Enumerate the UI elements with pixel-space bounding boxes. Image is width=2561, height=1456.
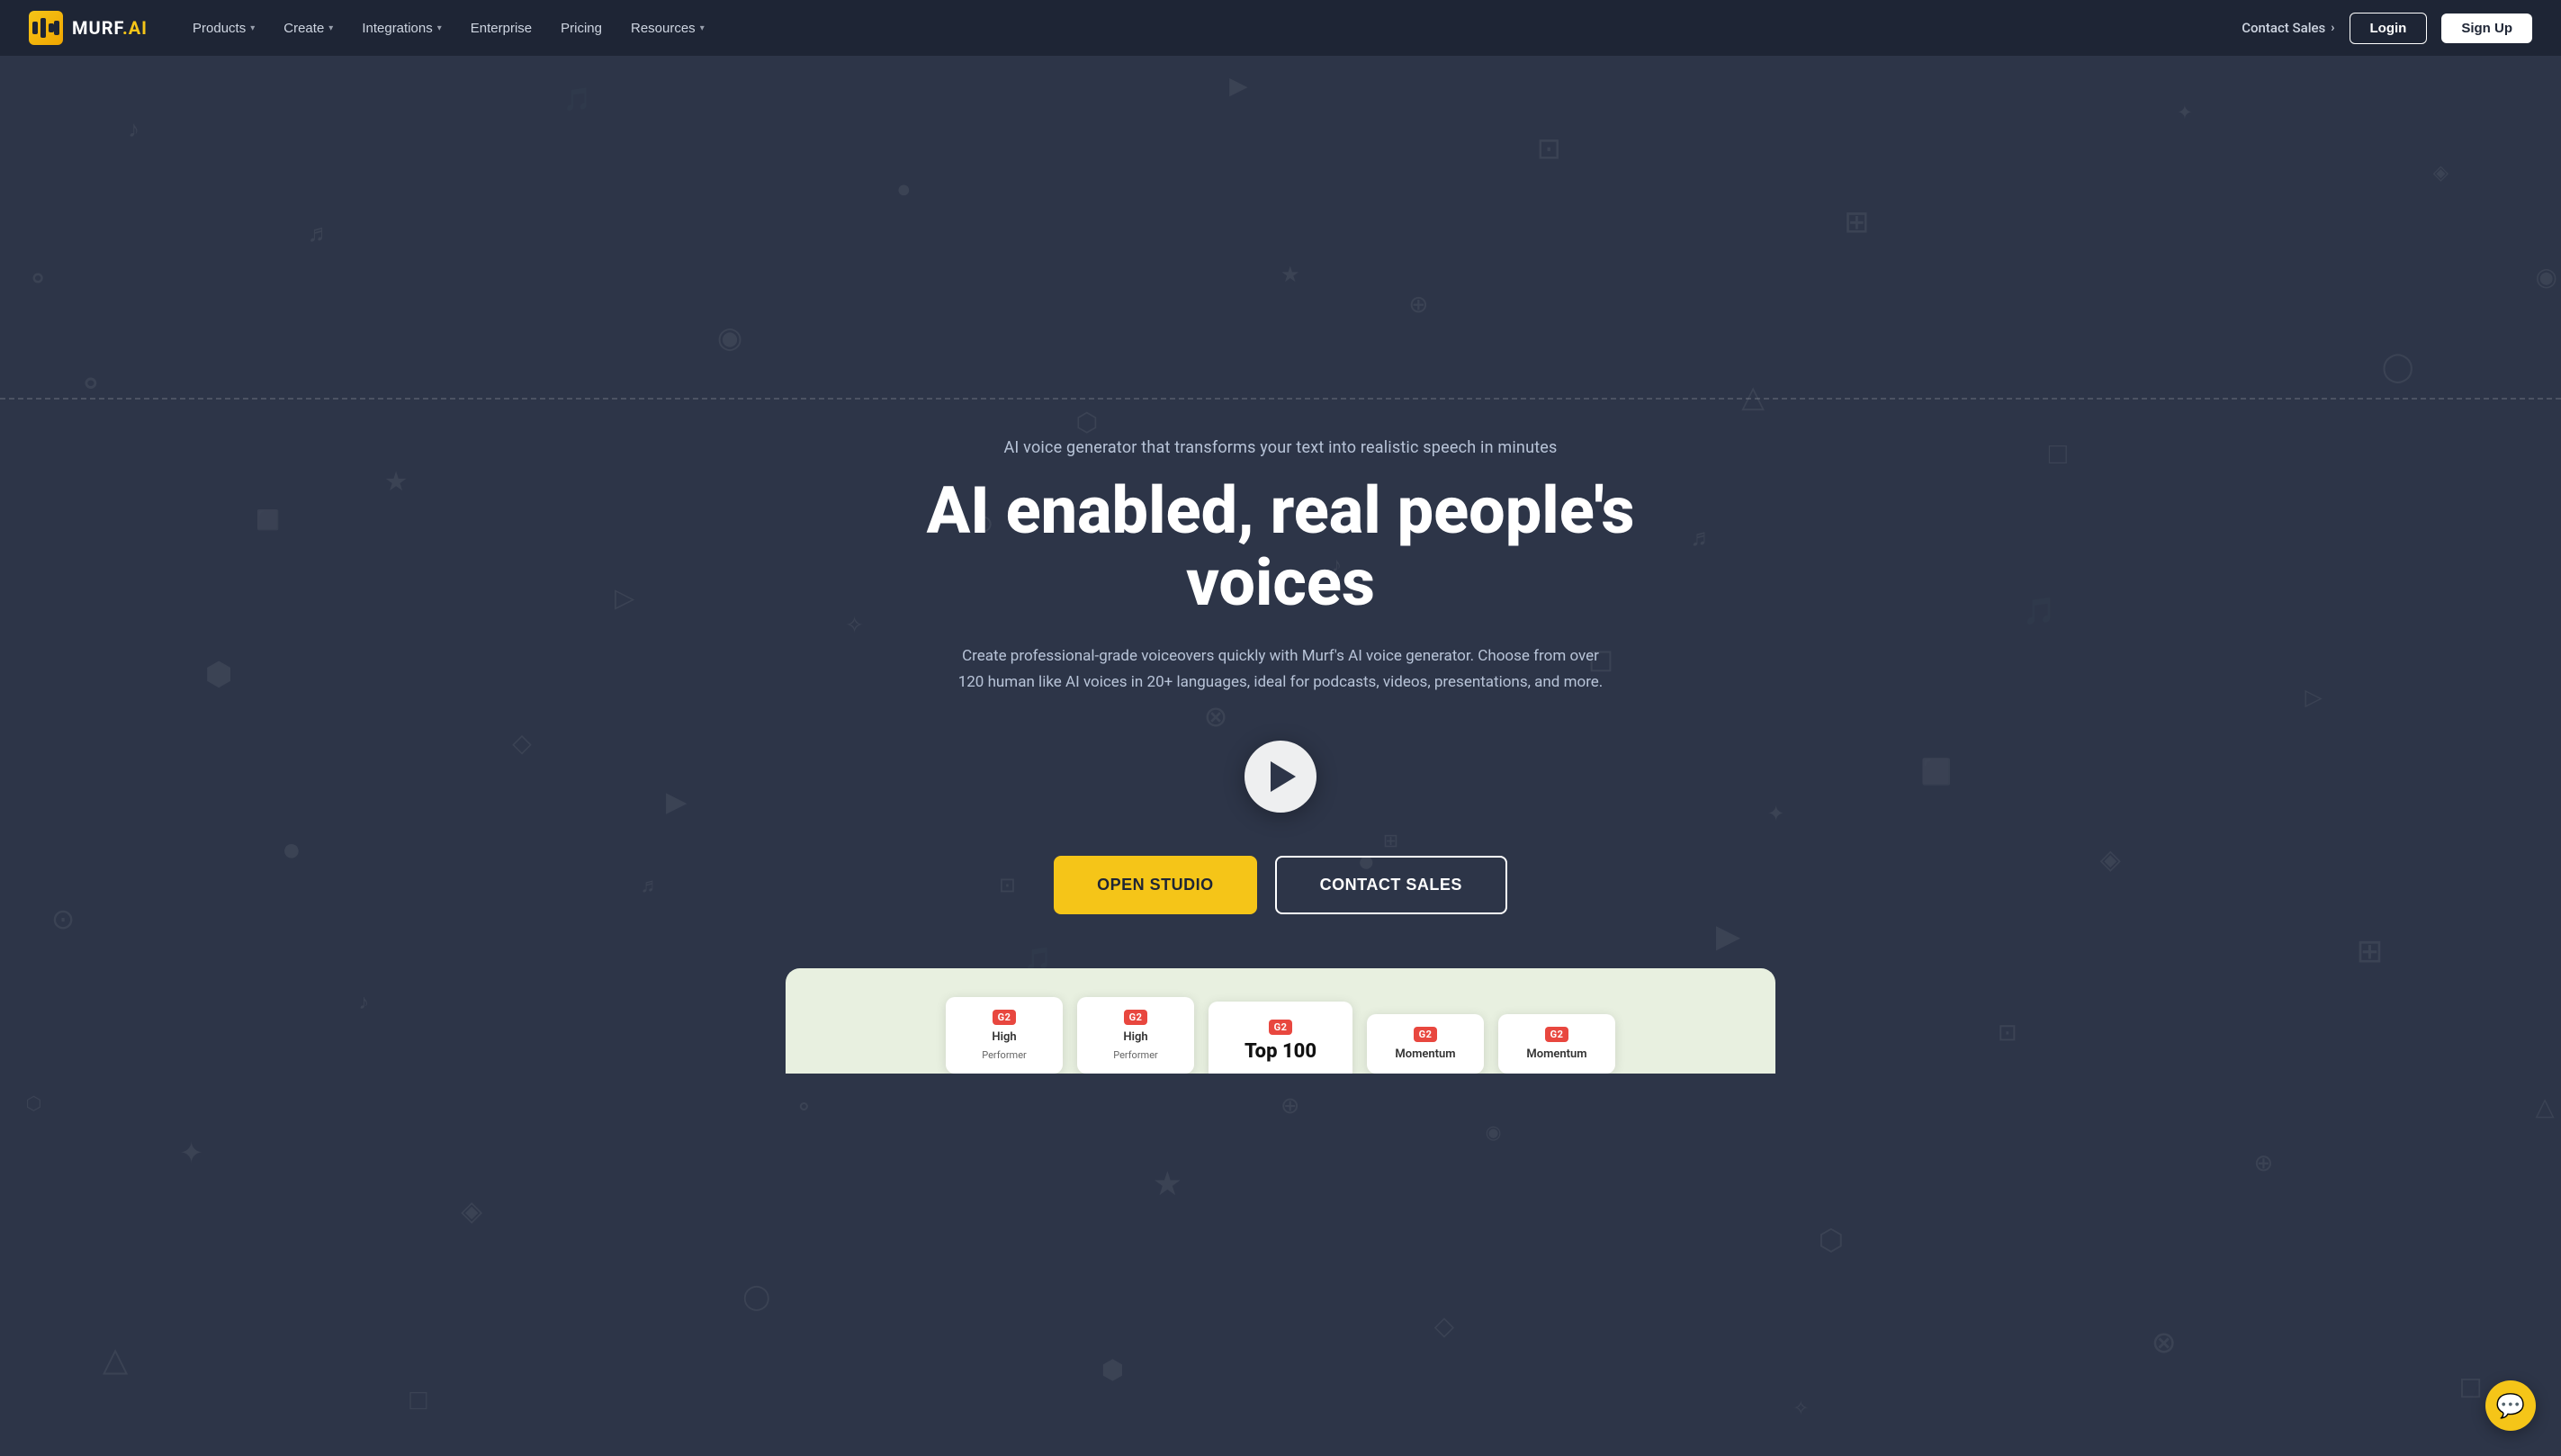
nav-enterprise[interactable]: Enterprise (458, 13, 544, 43)
nav-products[interactable]: Products ▾ (180, 13, 267, 43)
signup-button[interactable]: Sign Up (2441, 13, 2532, 43)
navbar-left: MURF.AI Products ▾ Create ▾ Integrations… (29, 11, 717, 45)
play-button[interactable] (1245, 741, 1316, 813)
chat-icon: 💬 (2496, 1392, 2525, 1420)
badge-label-2: High (1123, 1030, 1147, 1044)
badge-card-featured: G2 Top 100 (1209, 1002, 1352, 1074)
badges-section: G2 High Performer G2 High Performer G2 T… (786, 968, 1775, 1074)
navbar-right: Contact Sales › Login Sign Up (2242, 13, 2532, 44)
chat-bubble-button[interactable]: 💬 (2485, 1380, 2536, 1431)
nav-pricing[interactable]: Pricing (548, 13, 615, 43)
contact-sales-arrow-icon: › (2331, 21, 2334, 35)
g2-icon-5: G2 (1545, 1027, 1569, 1042)
dotted-divider (0, 398, 2561, 400)
navbar: MURF.AI Products ▾ Create ▾ Integrations… (0, 0, 2561, 56)
badge-card-2: G2 High Performer (1077, 997, 1194, 1074)
hero-title: AI enabled, real people's voices (897, 475, 1664, 617)
hero-subtitle: AI voice generator that transforms your … (897, 438, 1664, 457)
badge-card-4: G2 Momentum (1367, 1014, 1484, 1074)
badge-sublabel-1: Performer (982, 1049, 1027, 1061)
nav-resources[interactable]: Resources ▾ (618, 13, 717, 43)
badge-card-1: G2 High Performer (946, 997, 1063, 1074)
g2-icon-2: G2 (1124, 1010, 1148, 1025)
nav-integrations[interactable]: Integrations ▾ (349, 13, 454, 43)
logo-icon (29, 11, 63, 45)
badge-label-4: Momentum (1395, 1047, 1455, 1061)
logo-text: MURF.AI (72, 17, 148, 39)
logo-suffix: .AI (122, 17, 148, 39)
contact-sales-button[interactable]: CONTACT SALES (1275, 856, 1507, 914)
hero-content: AI voice generator that transforms your … (876, 438, 1685, 967)
logo[interactable]: MURF.AI (29, 11, 148, 45)
nav-create[interactable]: Create ▾ (271, 13, 346, 43)
play-button-wrapper (897, 741, 1664, 813)
badge-label-1: High (992, 1030, 1016, 1044)
integrations-chevron-icon: ▾ (437, 23, 442, 33)
g2-icon-1: G2 (993, 1010, 1017, 1025)
login-button[interactable]: Login (2350, 13, 2428, 44)
play-triangle-icon (1271, 761, 1296, 792)
create-chevron-icon: ▾ (328, 23, 333, 33)
nav-links: Products ▾ Create ▾ Integrations ▾ Enter… (180, 13, 717, 43)
g2-icon-4: G2 (1414, 1027, 1438, 1042)
badge-card-5: G2 Momentum (1498, 1014, 1615, 1074)
hero-section: ♪♬🎵●▶⊡⊞✦◈⚬★◉⬡⊕△□◯⬢◇✧⊗◻⬜▷⊙♪♬🎵●▶⊡⊞✦◈⚬★◉⬡⊕△… (0, 0, 2561, 1456)
g2-icon-featured: G2 (1269, 1020, 1293, 1035)
open-studio-button[interactable]: OPEN STUDIO (1054, 856, 1257, 914)
badge-label-5: Momentum (1526, 1047, 1586, 1061)
hero-description: Create professional-grade voiceovers qui… (957, 643, 1604, 696)
badge-sublabel-2: Performer (1113, 1049, 1158, 1061)
cta-buttons: OPEN STUDIO CONTACT SALES (897, 856, 1664, 914)
badge-label-featured: Top 100 (1245, 1040, 1316, 1063)
contact-sales-link[interactable]: Contact Sales › (2242, 20, 2334, 36)
products-chevron-icon: ▾ (250, 23, 255, 33)
resources-chevron-icon: ▾ (700, 23, 705, 33)
